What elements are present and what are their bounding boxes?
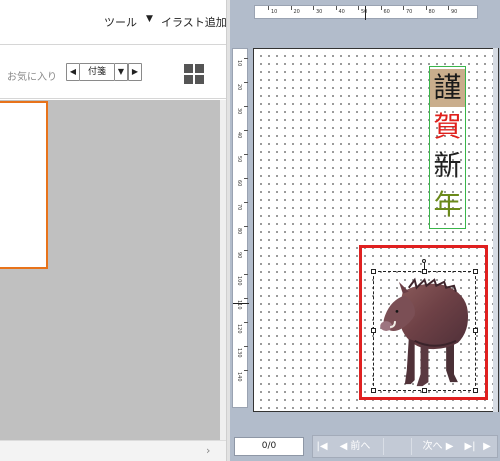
ruler-tick [244,370,248,371]
ruler-tick-label: 30 [236,108,242,115]
ruler-tick [244,130,248,131]
ruler-tick-label: 20 [236,84,242,91]
ruler-tick-label: 20 [293,9,300,15]
page-navigation-bar: 0/0 |◀ ◀ 前へ 次へ ▶ ▶| ▶ [230,431,500,461]
category-select[interactable]: 付箋 [80,63,114,81]
ruler-tick [268,6,269,10]
horizontal-ruler: 10 20 30 40 50 60 70 80 90 [254,5,478,20]
page-nav-buttons: |◀ ◀ 前へ 次へ ▶ ▶| ▶ [312,435,498,458]
ruler-tick-label: 40 [236,132,242,139]
ruler-tick-label: 50 [361,9,368,15]
ruler-tick-label: 90 [451,9,458,15]
resize-handle[interactable] [473,269,478,274]
ruler-tick-label: 130 [236,348,242,358]
first-page-button[interactable]: |◀ [315,436,329,457]
ruler-tick-label: 100 [236,276,242,286]
ruler-tick [244,250,248,251]
ruler-tick [244,82,248,83]
ruler-tick-label: 140 [236,372,242,382]
card-canvas[interactable]: 謹 賀 新 年 [253,48,499,412]
tools-menu-button[interactable]: ツール [104,14,137,30]
ruler-tick-label: 40 [338,9,345,15]
next-category-button[interactable]: ▶ [128,63,142,81]
ruler-tick-label: 70 [406,9,413,15]
nav-separator [383,438,384,455]
prev-category-button[interactable]: ◀ [66,63,80,81]
toolbar-divider [0,44,226,45]
ruler-tick-label: 80 [428,9,435,15]
category-dropdown-arrow-icon[interactable]: ▼ [114,63,128,81]
resize-handle[interactable] [422,269,427,274]
ruler-tick [244,274,248,275]
ruler-tick [244,178,248,179]
left-horizontal-scrollbar[interactable]: › [0,440,226,461]
ruler-tick [244,346,248,347]
ruler-tick [358,6,359,10]
scroll-right-arrow-icon[interactable]: › [206,444,210,457]
ruler-tick-label: 120 [236,324,242,334]
filter-bar: お気に入り ◀ 付箋 ▼ ▶ [0,56,226,92]
page-counter: 0/0 [234,437,304,456]
ruler-tick [244,298,248,299]
ruler-tick [403,6,404,10]
resize-handle[interactable] [371,269,376,274]
illustration-panel: ツール ▼ イラスト追加 お気に入り ◀ 付箋 ▼ ▶ › [0,0,227,461]
ruler-tick [313,6,314,10]
greeting-char: 賀 [433,110,462,143]
greeting-char: 新 [433,149,462,182]
illustration-list-area[interactable] [0,100,220,440]
rotation-handle[interactable] [422,259,426,263]
prev-page-button[interactable]: ◀ 前へ [329,436,381,457]
filter-divider [0,98,226,99]
ruler-tick [244,58,248,59]
ruler-tick [244,154,248,155]
ruler-tick [335,6,337,10]
resize-handle[interactable] [473,328,478,333]
favorites-label[interactable]: お気に入り [7,68,57,83]
ruler-tick [380,6,382,10]
ruler-tick-label: 60 [383,9,390,15]
resize-handle[interactable] [371,328,376,333]
editor-area: 10 20 30 40 50 60 70 80 90 10 20 30 40 50 60 70 80 90 100… [230,0,500,461]
ruler-tick-label: 90 [236,252,242,259]
ruler-tick-label: 30 [316,9,323,15]
ruler-tick-label: 60 [236,180,242,187]
greeting-text-box[interactable]: 謹 賀 新 年 [429,66,466,229]
ruler-tick [244,106,248,107]
ruler-tick-label: 10 [271,9,278,15]
greeting-char: 年 [433,188,462,221]
ruler-tick [425,6,427,10]
grid-view-icon[interactable] [184,64,204,84]
resize-handle[interactable] [371,388,376,393]
resize-handle[interactable] [422,388,427,393]
resize-handle[interactable] [473,388,478,393]
selected-illustration-thumbnail[interactable] [0,101,48,269]
nav-separator [411,438,412,455]
ruler-tick-label: 10 [236,60,242,67]
canvas-vertical-scrollbar[interactable] [493,48,498,412]
ruler-tick [290,6,292,10]
ruler-tick [244,202,248,203]
ruler-tick-label: 50 [236,156,242,163]
end-button[interactable]: ▶ [479,436,495,457]
next-page-button[interactable]: 次へ ▶ [415,436,461,457]
dropdown-arrow-icon[interactable]: ▼ [146,14,153,24]
top-toolbar: ツール ▼ イラスト追加 [0,0,227,44]
vertical-ruler: 10 20 30 40 50 60 70 80 90 100 110 120 130 140 [232,48,249,408]
wild-boar-illustration-icon[interactable] [375,272,474,390]
ruler-tick [244,322,248,323]
ruler-tick [448,6,449,10]
ruler-tick [244,226,248,227]
ruler-tick-label: 80 [236,228,242,235]
add-illustration-button[interactable]: イラスト追加 [161,14,227,30]
ruler-tick-label: 70 [236,204,242,211]
greeting-char: 謹 [430,69,465,107]
last-page-button[interactable]: ▶| [463,436,477,457]
ruler-tick-label: 110 [236,300,242,310]
